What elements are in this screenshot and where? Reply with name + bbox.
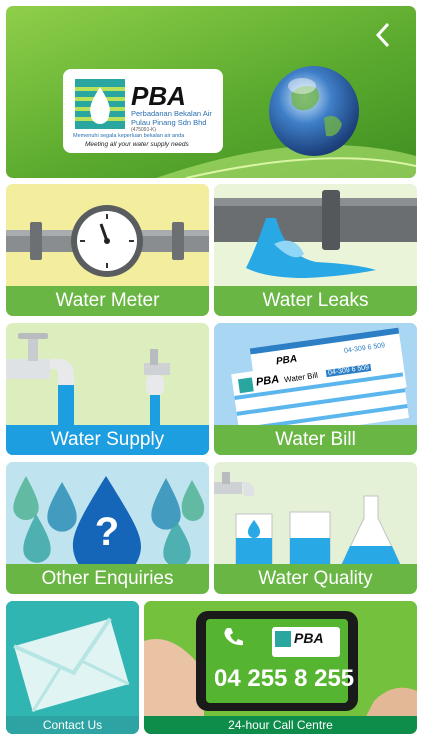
label-water-leaks: Water Leaks [214,286,417,316]
pba-logo: PBA Perbadanan Bekalan Air Pulau Pinang … [63,69,223,153]
label-water-meter: Water Meter [6,286,209,316]
water-drop-logo-icon [75,79,125,129]
logo-tagline-ms: Memenuhi segala keperluan bekalan air an… [73,133,185,139]
tile-call-centre[interactable]: PBA 04 255 8 255 24-hour Call Centre [144,601,417,734]
back-button[interactable] [372,20,394,50]
tile-water-meter[interactable]: Water Meter [6,184,209,316]
globe-icon [269,66,359,156]
phone-number: 04 255 8 255 [214,665,355,692]
question-mark-icon: ? [94,510,120,554]
logo-brand: PBA [131,81,186,111]
tile-water-bill[interactable]: PBA 04-309 6 509 PBA Water Bill 04-309 6… [214,323,417,455]
label-contact-us: Contact Us [6,716,139,734]
tile-water-supply[interactable]: Water Supply [6,323,209,455]
tile-contact-us[interactable]: Contact Us [6,601,139,734]
envelope-icon [6,601,139,734]
logo-line2: Pulau Pinang Sdn Bhd [131,118,207,127]
header-banner: PBA Perbadanan Bekalan Air Pulau Pinang … [6,6,416,178]
label-water-quality: Water Quality [214,564,417,594]
phone-logo-badge: PBA [272,627,340,657]
tile-other-enquiries[interactable]: ? Other Enquiries [6,462,209,594]
chevron-left-icon [375,22,390,48]
label-water-bill: Water Bill [214,425,417,455]
phone-call-icon [224,628,243,646]
label-call-centre: 24-hour Call Centre [144,716,417,734]
logo-tagline-en: Meeting all your water supply needs [85,141,189,148]
label-other-enquiries: Other Enquiries [6,564,209,594]
tile-water-quality[interactable]: Water Quality [214,462,417,594]
label-water-supply: Water Supply [6,425,209,455]
logo-line1: Perbadanan Bekalan Air [131,109,212,118]
tile-water-leaks[interactable]: Water Leaks [214,184,417,316]
phone-brand: PBA [294,630,324,646]
